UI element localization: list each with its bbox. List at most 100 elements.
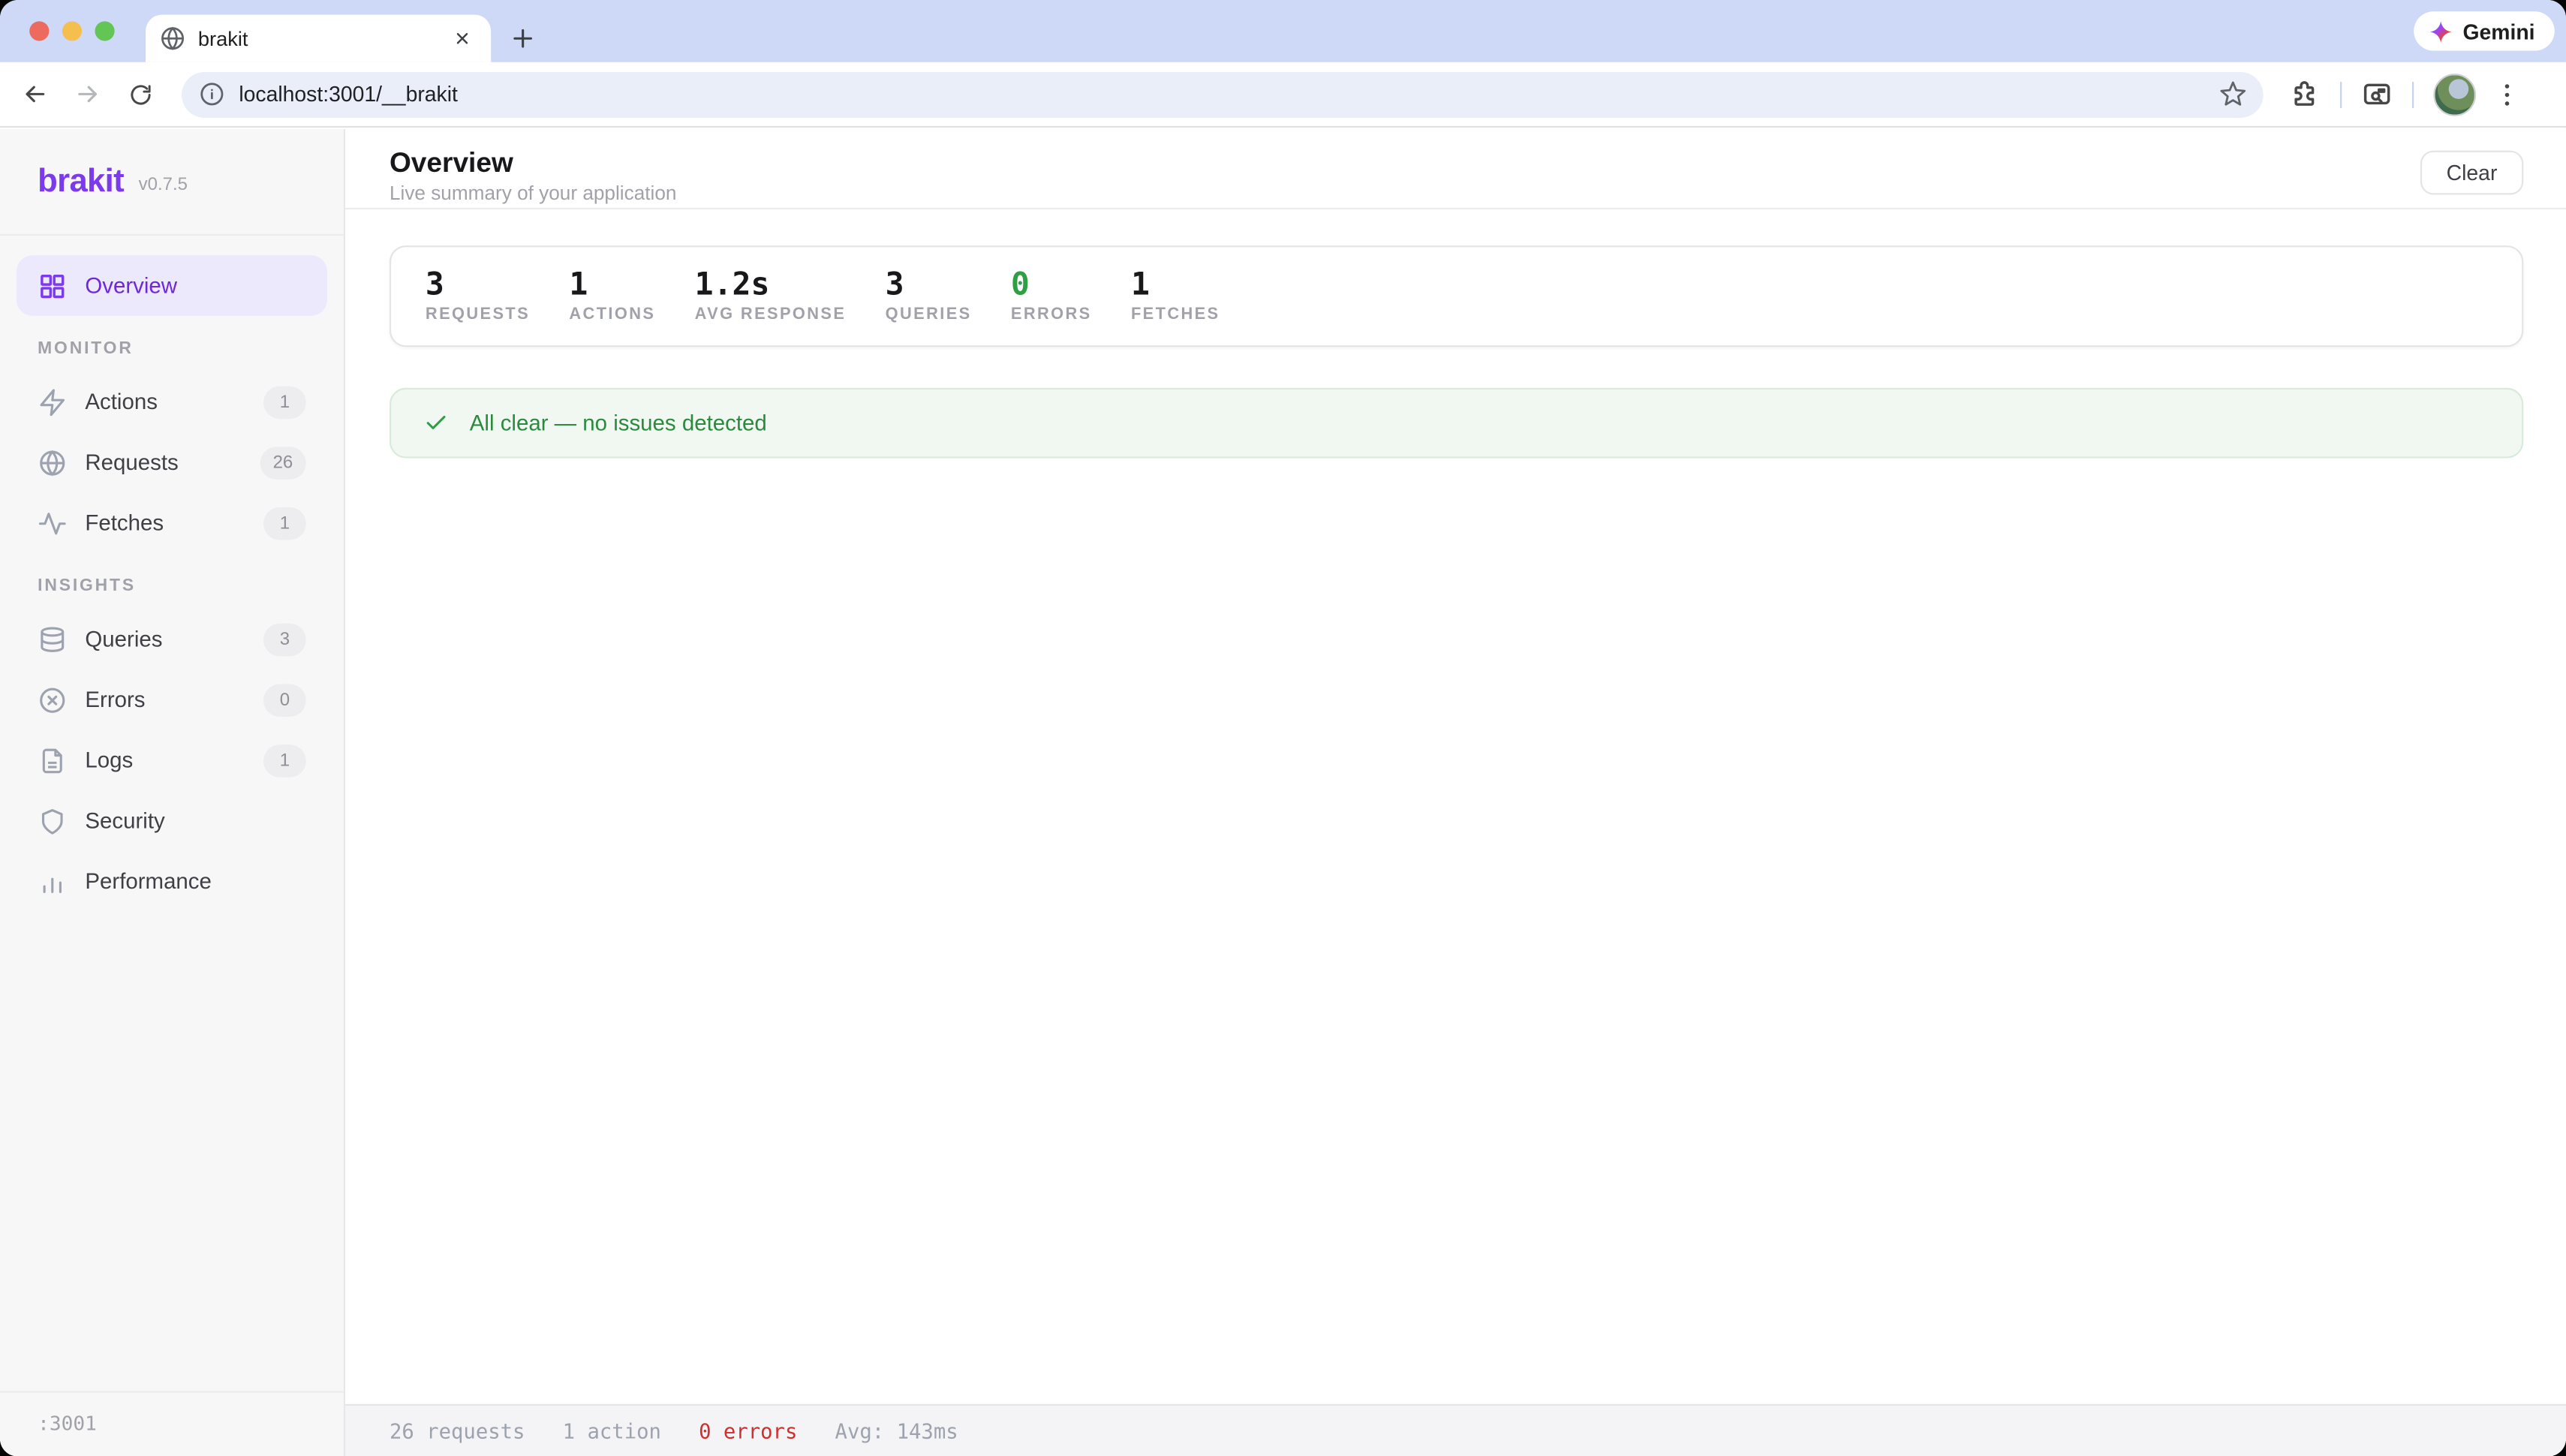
sidebar-nav: Overview MONITOR Actions 1 [0,236,344,912]
sidebar: brakit v0.7.5 Overview MONITOR [0,129,345,1455]
sidebar-item-label: Requests [85,450,178,475]
all-clear-alert: All clear — no issues detected [390,388,2523,459]
bookmark-star-icon[interactable] [2219,80,2247,108]
reload-icon[interactable] [119,73,162,116]
count-badge: 1 [263,744,306,777]
stat-label: REQUESTS [426,306,530,324]
browser-toolbar: localhost:3001/__brakit [0,62,2566,128]
gemini-label: Gemini [2462,19,2534,44]
page-title: Overview [390,147,677,180]
minimize-window-button[interactable] [62,21,82,41]
section-label-monitor: MONITOR [38,338,344,362]
stat-value: 1 [1131,269,1220,303]
sidebar-item-logs[interactable]: Logs 1 [0,730,344,790]
count-badge: 3 [263,623,306,656]
brakit-app: brakit v0.7.5 Overview MONITOR [0,129,2566,1455]
stat-errors: 0 ERRORS [1011,269,1092,324]
globe-icon [38,447,67,477]
shield-icon [38,806,67,835]
browser-tab[interactable]: brakit [146,15,491,62]
clear-button[interactable]: Clear [2420,151,2524,195]
file-icon [38,745,67,775]
stat-value: 3 [426,269,530,303]
browser-tabstrip: brakit Gemini [0,0,2566,62]
activity-icon [38,508,67,537]
tab-search-icon[interactable] [2361,79,2392,110]
app-logo: brakit v0.7.5 [0,129,344,236]
zoom-window-button[interactable] [95,21,114,41]
sidebar-footer: :3001 [0,1390,344,1455]
sidebar-item-errors[interactable]: Errors 0 [0,669,344,730]
status-requests: 26 requests [390,1418,525,1443]
status-avg: Avg: 143ms [835,1418,958,1443]
grid-icon [38,271,67,300]
status-actions: 1 action [563,1418,661,1443]
sidebar-item-actions[interactable]: Actions 1 [0,372,344,432]
sidebar-item-label: Queries [85,627,162,651]
port-label: :3001 [38,1412,97,1436]
url-text[interactable]: localhost:3001/__brakit [239,82,2219,107]
count-badge: 1 [263,386,306,419]
section-label-insights: INSIGHTS [38,576,344,600]
check-icon [424,411,449,435]
screen: brakit Gemini [0,0,2566,1456]
sidebar-item-label: Security [85,808,164,833]
sidebar-item-performance[interactable]: Performance [0,851,344,912]
window-controls [29,21,114,41]
sidebar-item-label: Fetches [85,510,164,535]
stat-requests: 3 REQUESTS [426,269,530,324]
status-errors: 0 errors [699,1418,797,1443]
new-tab-button[interactable] [504,20,540,56]
database-icon [38,624,67,654]
stat-avg-response: 1.2s AVG RESPONSE [695,269,847,324]
gemini-button[interactable]: Gemini [2414,11,2555,50]
profile-avatar[interactable] [2433,73,2476,116]
toolbar-divider [2412,81,2414,107]
sidebar-item-label: Logs [85,748,133,772]
sidebar-item-label: Errors [85,687,145,712]
zap-icon [38,387,67,417]
stat-label: AVG RESPONSE [695,306,847,324]
browser-menu-icon[interactable] [2492,80,2522,109]
stat-label: ACTIONS [569,306,655,324]
sidebar-item-queries[interactable]: Queries 3 [0,609,344,669]
sidebar-item-requests[interactable]: Requests 26 [0,432,344,493]
status-bar: 26 requests 1 action 0 errors Avg: 143ms [345,1404,2566,1456]
back-icon[interactable] [13,73,56,116]
stat-label: ERRORS [1011,306,1092,324]
main-header: Overview Live summary of your applicatio… [345,129,2566,209]
stat-value: 0 [1011,269,1092,303]
main-panel: Overview Live summary of your applicatio… [345,129,2566,1455]
stat-queries: 3 QUERIES [886,269,972,324]
bar-chart-icon [38,867,67,896]
sidebar-item-label: Performance [85,869,212,894]
sidebar-item-fetches[interactable]: Fetches 1 [0,492,344,553]
logo-text: brakit [38,163,124,200]
page-subtitle: Live summary of your application [390,182,677,205]
stat-label: FETCHES [1131,306,1220,324]
extensions-icon[interactable] [2289,79,2320,110]
stat-label: QUERIES [886,306,972,324]
gemini-spark-icon [2429,19,2453,44]
sidebar-item-overview[interactable]: Overview [17,255,327,316]
sidebar-item-security[interactable]: Security [0,790,344,851]
stat-value: 3 [886,269,972,303]
alert-text: All clear — no issues detected [470,411,767,435]
forward-icon[interactable] [65,73,108,116]
circle-x-icon [38,685,67,714]
globe-favicon-icon [161,26,185,51]
tab-close-icon[interactable] [448,26,474,52]
site-info-icon[interactable] [200,82,224,107]
sidebar-item-label: Overview [85,273,177,298]
url-bar[interactable]: localhost:3001/__brakit [182,71,2264,117]
stats-card: 3 REQUESTS 1 ACTIONS 1.2s AVG RESPONSE [390,245,2523,347]
stat-value: 1 [569,269,655,303]
count-badge: 1 [263,507,306,540]
toolbar-divider [2340,81,2342,107]
stat-value: 1.2s [695,269,847,303]
version-label: v0.7.5 [139,174,188,194]
close-window-button[interactable] [29,21,49,41]
count-badge: 26 [260,446,306,479]
stat-fetches: 1 FETCHES [1131,269,1220,324]
tab-title: brakit [198,27,449,50]
